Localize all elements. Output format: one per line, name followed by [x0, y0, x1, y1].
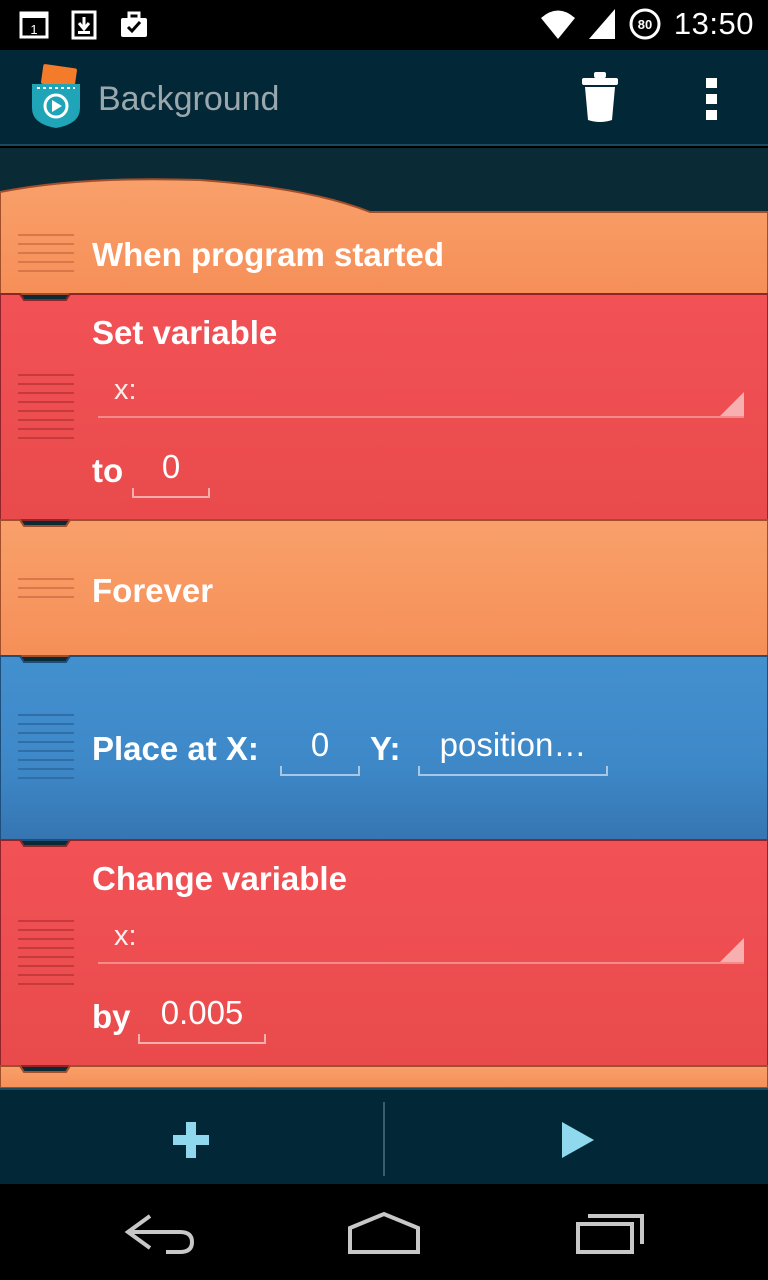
- place-y-field[interactable]: position…: [418, 726, 608, 776]
- place-at-y-label: Y:: [370, 730, 401, 767]
- battery-level: 80: [638, 17, 652, 32]
- place-x-field[interactable]: 0: [280, 726, 360, 776]
- battery-icon: 80: [629, 8, 661, 40]
- recents-icon[interactable]: [560, 1208, 660, 1258]
- pocket-code-logo[interactable]: [28, 64, 84, 130]
- change-variable-label: Change variable: [92, 860, 347, 897]
- by-label: by: [92, 998, 131, 1035]
- cell-signal-icon: [588, 9, 615, 39]
- svg-text:1: 1: [30, 22, 37, 37]
- wifi-icon: [540, 10, 575, 39]
- play-icon: [562, 1122, 594, 1158]
- forever-label: Forever: [92, 572, 214, 609]
- place-at-x-label: Place at X:: [92, 730, 259, 767]
- drag-handle[interactable]: [18, 578, 74, 605]
- variable-spinner-value: x:: [114, 920, 137, 952]
- briefcase-icon: [121, 11, 147, 37]
- set-variable-label: Set variable: [92, 314, 278, 351]
- to-label: to: [92, 452, 124, 489]
- drag-handle[interactable]: [18, 714, 74, 786]
- bottom-toolbar: [0, 1088, 768, 1184]
- variable-spinner[interactable]: x:: [98, 918, 744, 964]
- status-bar: 1 80 13:50: [0, 0, 768, 50]
- script-area[interactable]: When program started Set variable x: to …: [0, 148, 768, 1088]
- drag-handle[interactable]: [18, 374, 74, 446]
- home-icon[interactable]: [334, 1208, 434, 1258]
- action-bar: Background: [0, 50, 768, 146]
- next-brick-peek: [0, 1065, 768, 1088]
- when-started-label: When program started: [92, 236, 445, 273]
- drag-handle[interactable]: [18, 234, 74, 279]
- spinner-arrow-icon: [720, 392, 744, 416]
- add-icon: [173, 1122, 209, 1158]
- page-title: Background: [98, 80, 280, 118]
- change-value-field[interactable]: 0.005: [138, 994, 266, 1044]
- back-icon[interactable]: [110, 1208, 210, 1258]
- system-nav-bar: [0, 1184, 768, 1280]
- download-icon: [71, 10, 97, 40]
- clock: 13:50: [673, 6, 754, 41]
- drag-handle[interactable]: [18, 920, 74, 992]
- play-button[interactable]: [385, 1090, 768, 1186]
- set-value-field[interactable]: 0: [132, 448, 210, 498]
- calendar-icon: 1: [19, 11, 49, 39]
- spinner-arrow-icon: [720, 938, 744, 962]
- trash-icon[interactable]: [578, 70, 622, 124]
- add-brick-button[interactable]: [0, 1090, 383, 1186]
- overflow-menu-icon[interactable]: [700, 76, 724, 122]
- variable-spinner[interactable]: x:: [98, 372, 744, 418]
- variable-spinner-value: x:: [114, 374, 137, 406]
